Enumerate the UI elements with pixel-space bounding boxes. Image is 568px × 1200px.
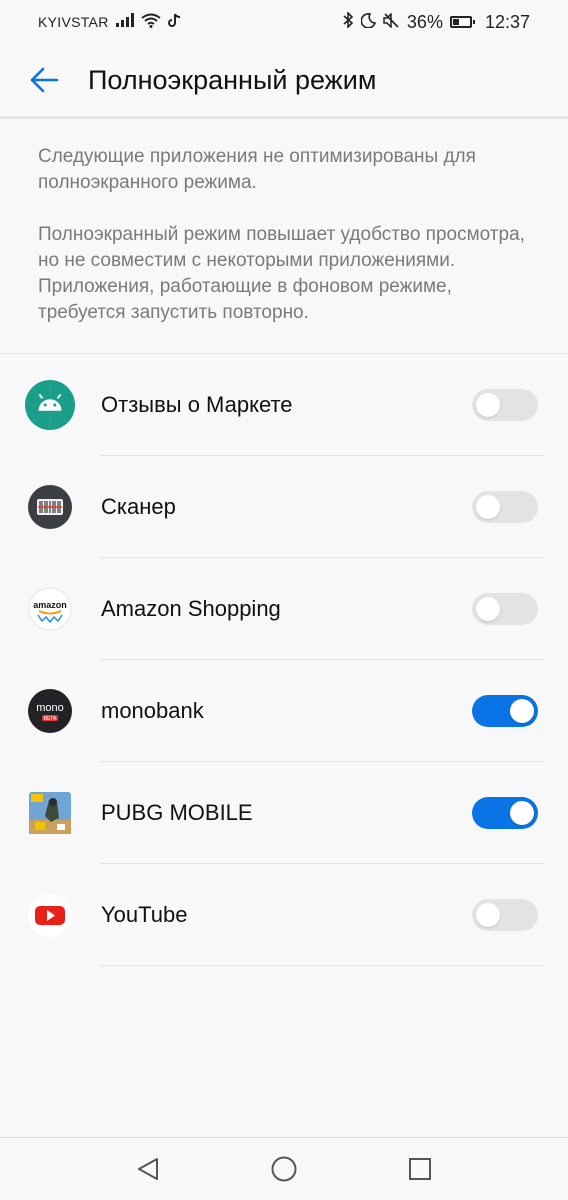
android-icon xyxy=(25,380,75,430)
mute-icon xyxy=(383,11,400,32)
status-right: 36% 12:37 xyxy=(343,11,530,33)
status-left: KYIVSTAR xyxy=(38,13,182,32)
tiktok-icon xyxy=(167,13,182,32)
fullscreen-toggle[interactable] xyxy=(472,389,538,421)
beta-badge-text: BETA xyxy=(44,716,57,722)
app-bar: Полноэкранный режим xyxy=(0,44,568,116)
amazon-icon: amazon xyxy=(25,584,75,634)
toggle-knob xyxy=(476,903,500,927)
list-item[interactable]: YouTube xyxy=(0,864,568,966)
description-paragraph-1: Следующие приложения не оптимизированы д… xyxy=(38,146,476,193)
arrow-left-icon xyxy=(30,67,59,93)
amazon-logo-text: amazon xyxy=(33,600,67,610)
moon-icon xyxy=(360,12,377,32)
list-item[interactable]: PUBG MOBILE xyxy=(0,762,568,864)
nav-recents-button[interactable] xyxy=(398,1147,442,1191)
wifi-icon xyxy=(140,13,161,32)
fullscreen-toggle[interactable] xyxy=(472,695,538,727)
page-title: Полноэкранный режим xyxy=(88,64,377,95)
app-name: YouTube xyxy=(101,902,188,927)
list-item[interactable]: amazon Amazon Shopping xyxy=(0,558,568,660)
app-name: PUBG MOBILE xyxy=(101,800,253,825)
list-item[interactable]: Отзывы о Маркете xyxy=(0,354,568,456)
list-item[interactable]: Сканер xyxy=(0,456,568,558)
fullscreen-toggle[interactable] xyxy=(472,491,538,523)
home-circle-icon xyxy=(271,1156,297,1182)
recents-square-icon xyxy=(409,1158,431,1180)
back-triangle-icon xyxy=(138,1158,158,1180)
description: Следующие приложения не оптимизированы д… xyxy=(38,144,538,352)
fullscreen-toggle[interactable] xyxy=(472,899,538,931)
barcode-scanner-icon xyxy=(25,482,75,532)
app-name: monobank xyxy=(101,698,204,723)
list-item[interactable]: mono BETA monobank xyxy=(0,660,568,762)
pubg-icon xyxy=(25,788,75,838)
fullscreen-toggle[interactable] xyxy=(472,593,538,625)
description-paragraph-2: Полноэкранный режим повышает удобство пр… xyxy=(38,224,525,323)
app-bar-divider xyxy=(0,116,568,119)
fullscreen-toggle[interactable] xyxy=(472,797,538,829)
status-bar: KYIVSTAR 36% 12:37 xyxy=(0,0,568,44)
toggle-knob xyxy=(476,597,500,621)
toggle-knob xyxy=(476,393,500,417)
toggle-knob xyxy=(510,801,534,825)
app-name: Amazon Shopping xyxy=(101,596,281,621)
toggle-knob xyxy=(510,699,534,723)
clock: 12:37 xyxy=(484,11,530,32)
app-name: Сканер xyxy=(101,494,176,519)
youtube-icon xyxy=(25,890,75,940)
battery-icon xyxy=(449,16,475,28)
nav-back-button[interactable] xyxy=(126,1147,170,1191)
battery-percent: 36% xyxy=(406,11,443,32)
mono-logo-text: mono xyxy=(36,702,64,714)
signal-icon xyxy=(115,13,134,31)
app-name: Отзывы о Маркете xyxy=(101,392,293,417)
bluetooth-icon xyxy=(343,11,354,32)
toggle-knob xyxy=(476,495,500,519)
system-nav-bar xyxy=(0,1137,568,1200)
back-button[interactable] xyxy=(14,50,74,110)
carrier-name: KYIVSTAR xyxy=(38,14,109,30)
app-list: Отзывы о Маркете Сканер amazon Amazon Sh… xyxy=(0,354,568,966)
nav-home-button[interactable] xyxy=(262,1147,306,1191)
monobank-icon: mono BETA xyxy=(25,686,75,736)
